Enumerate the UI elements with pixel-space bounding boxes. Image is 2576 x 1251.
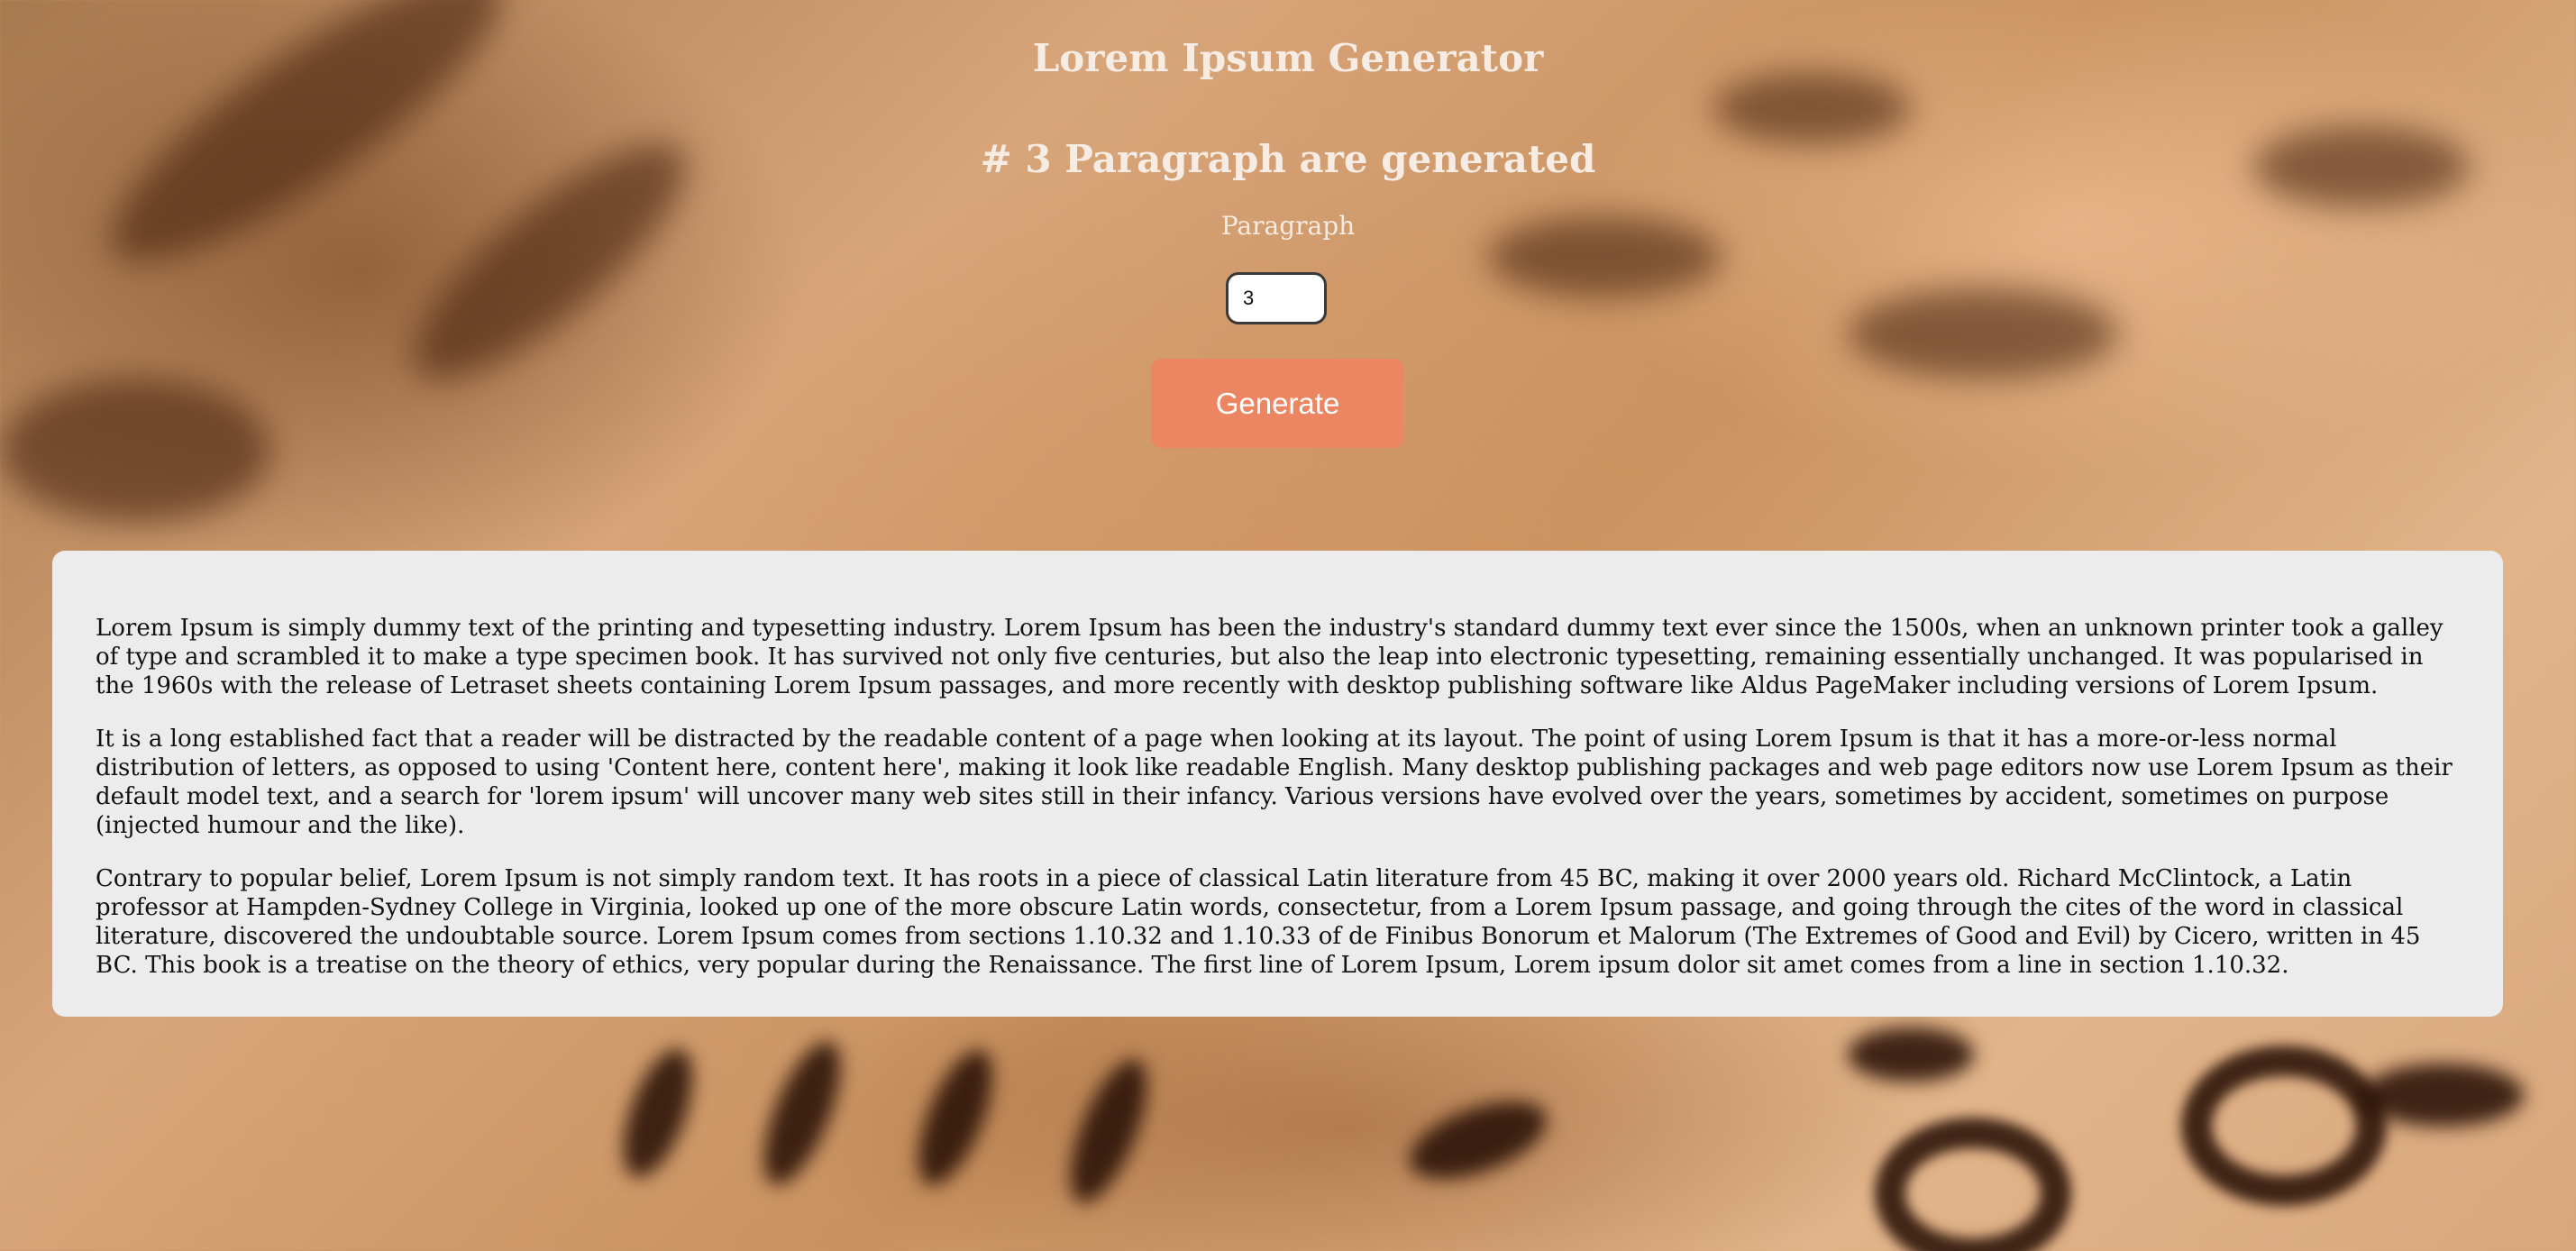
background-shape <box>1848 288 2118 379</box>
generated-paragraph: It is a long established fact that a rea… <box>96 726 2453 839</box>
background-shape <box>1848 1027 1974 1082</box>
background-shape <box>0 379 270 523</box>
background-shape <box>1399 1085 1557 1195</box>
generated-paragraph: Lorem Ipsum is simply dummy text of the … <box>96 615 2444 699</box>
background-shape <box>1055 1049 1163 1213</box>
background-shape <box>1875 1118 2071 1251</box>
page-title: Lorem Ipsum Generator <box>1032 36 1544 80</box>
generate-button[interactable]: Generate <box>1151 359 1404 448</box>
background-shape <box>2361 1064 2524 1127</box>
background-shape <box>1713 72 1911 144</box>
background-shape <box>2181 1046 2387 1206</box>
generated-paragraph: Contrary to popular belief, Lorem Ipsum … <box>96 865 2421 979</box>
generated-text-panel: Lorem Ipsum is simply dummy text of the … <box>52 551 2503 1017</box>
background-shape <box>903 1040 1008 1195</box>
paragraph-label: Paragraph <box>1220 211 1356 241</box>
background-shape <box>609 1040 707 1186</box>
background-shape <box>748 1031 856 1195</box>
generated-count-heading: # 3 Paragraph are generated <box>980 137 1596 181</box>
paragraph-count-input[interactable] <box>1226 272 1327 324</box>
